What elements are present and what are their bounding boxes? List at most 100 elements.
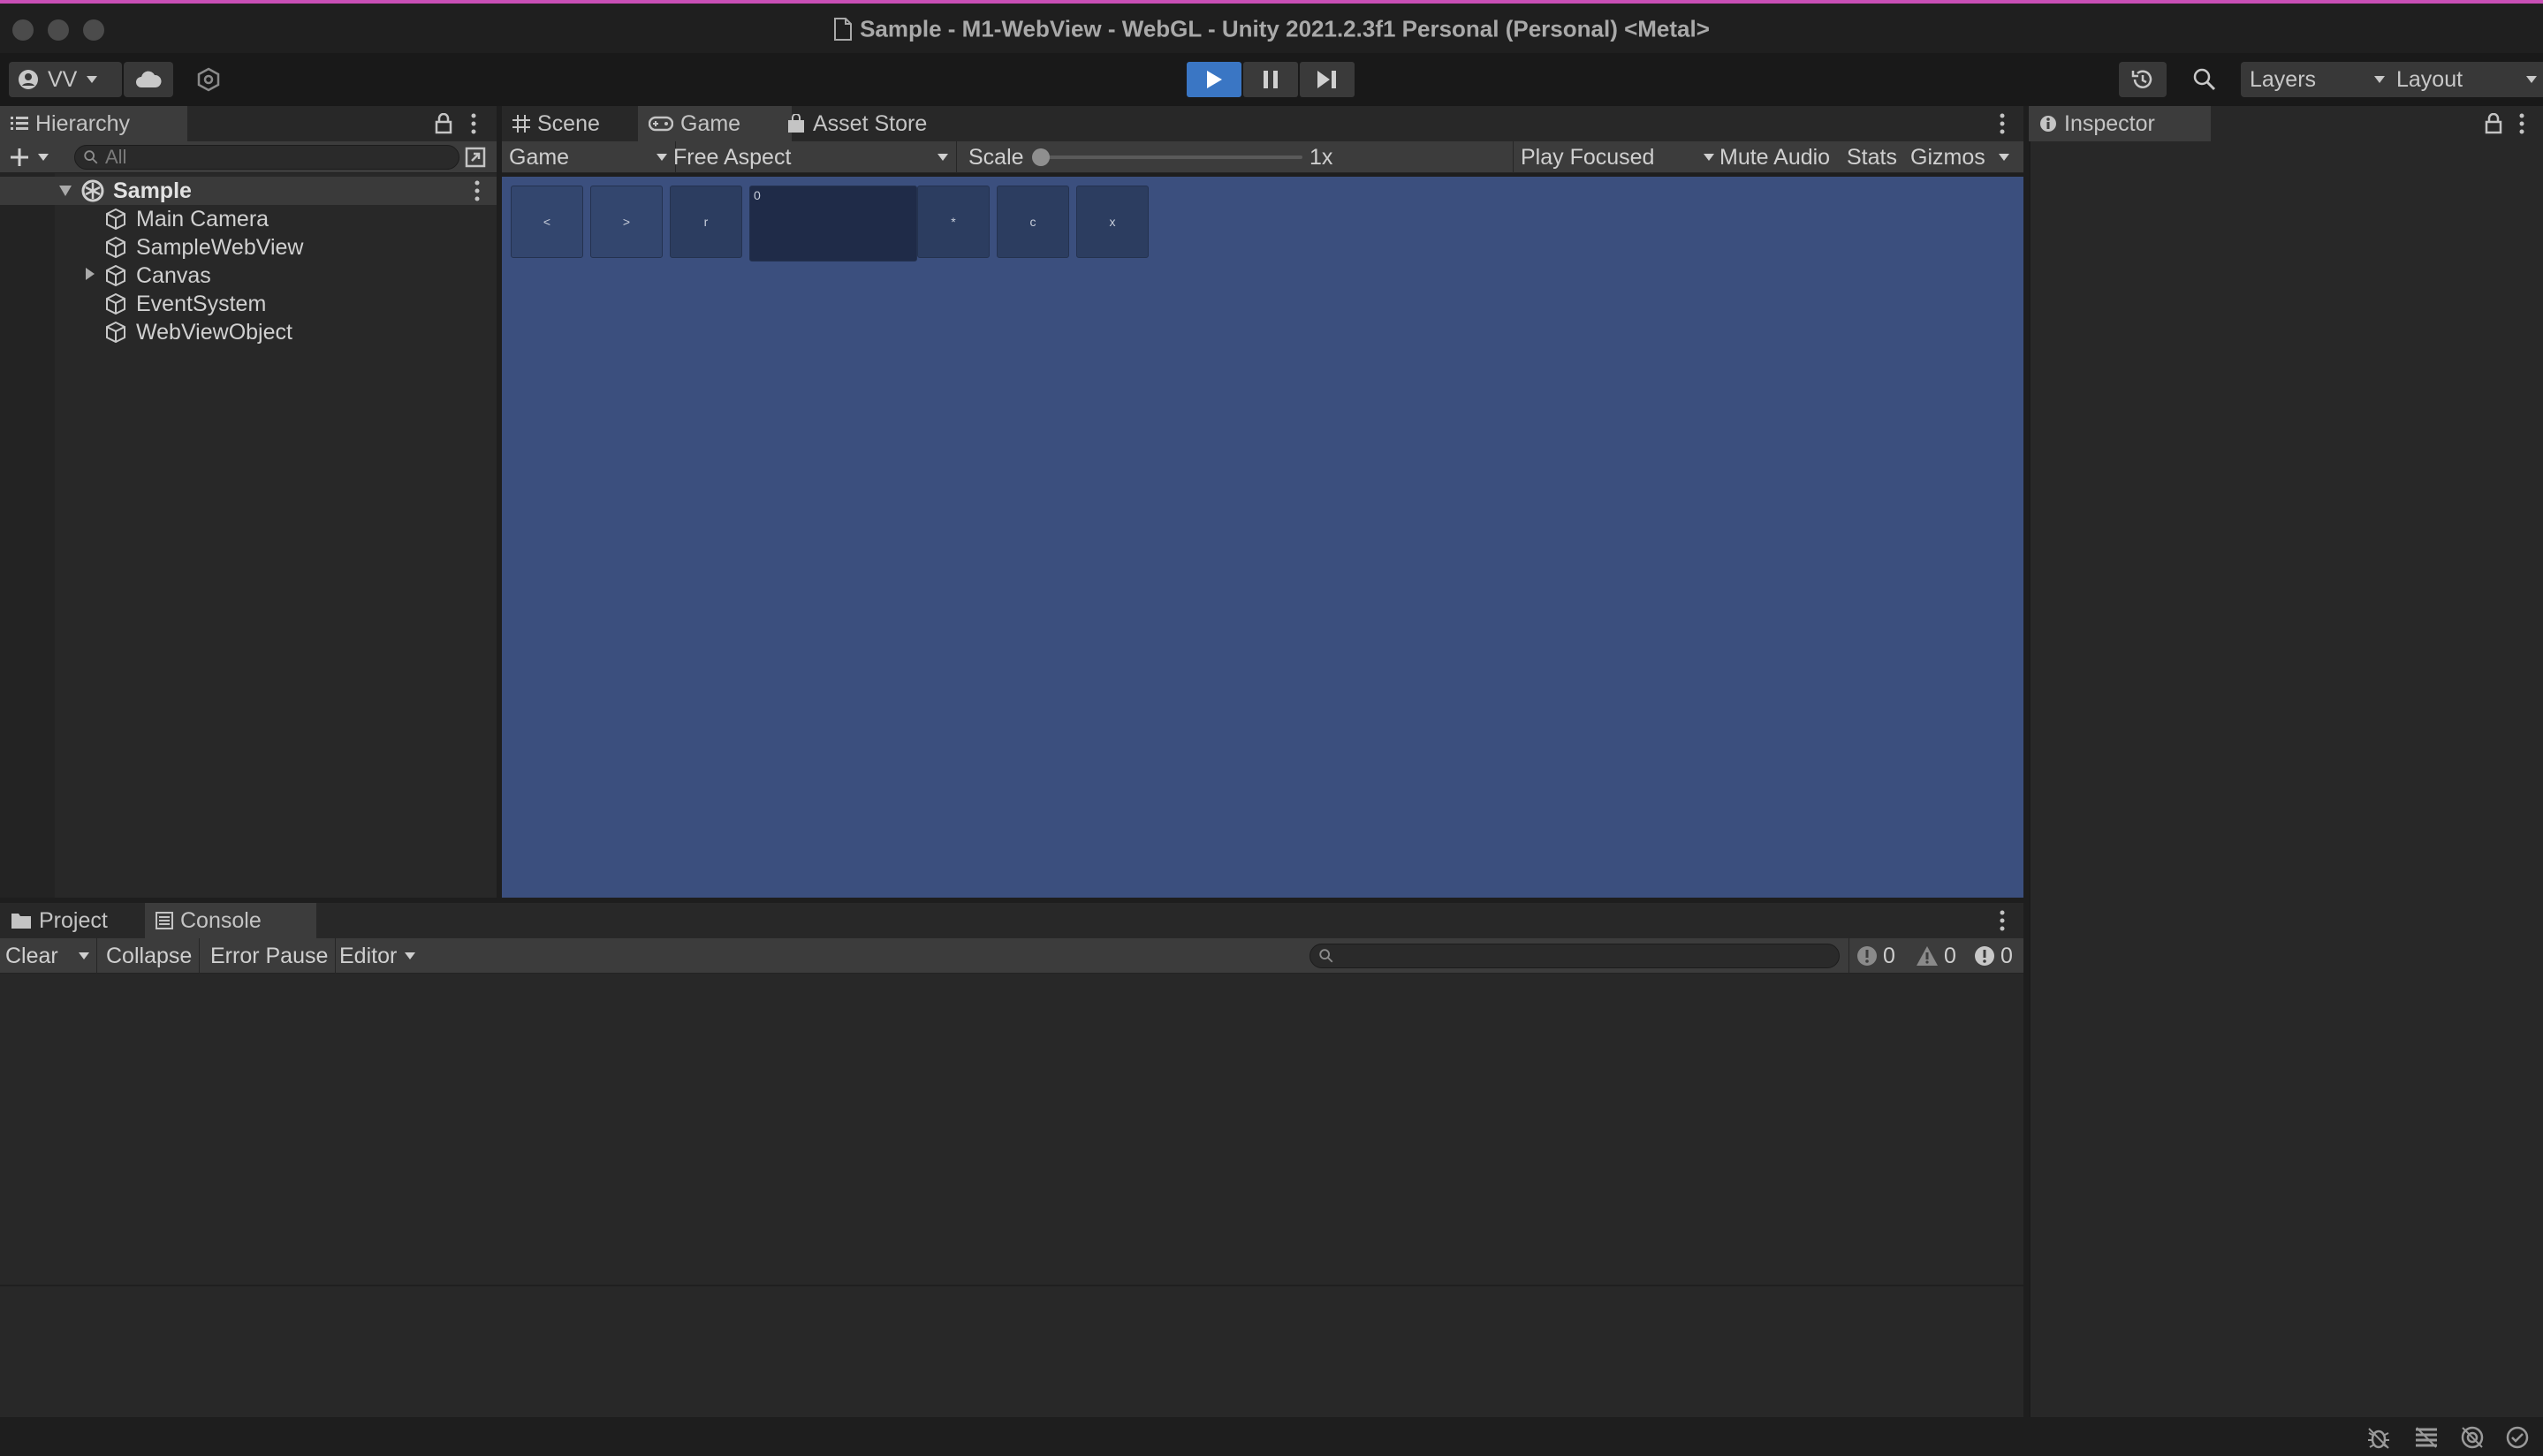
create-dropdown[interactable] — [9, 147, 49, 168]
caret-down-icon — [38, 154, 49, 161]
undo-history-button[interactable] — [2119, 62, 2167, 97]
hierarchy-item-samplewebview[interactable]: SampleWebView — [104, 233, 303, 262]
kebab-menu-icon[interactable] — [474, 180, 481, 201]
gizmos-dropdown[interactable]: Gizmos — [1903, 141, 2017, 173]
webview-forward-button[interactable]: > — [590, 186, 663, 258]
lock-icon[interactable] — [2485, 113, 2502, 134]
scale-slider-handle[interactable] — [1032, 148, 1050, 166]
caret-down-icon — [1998, 154, 2009, 161]
webview-url-input[interactable]: 0 — [749, 186, 917, 262]
bug-icon[interactable] — [2366, 1426, 2391, 1449]
console-log-area[interactable] — [0, 974, 2023, 1417]
hierarchy-item-label: SampleWebView — [136, 234, 304, 260]
display-dropdown[interactable]: Game — [502, 141, 676, 173]
caret-down-icon — [405, 952, 416, 959]
layers-dropdown[interactable]: Layers — [2241, 62, 2395, 97]
error-count-toggle[interactable]: 0 — [1967, 938, 2020, 974]
caret-down-icon — [2526, 76, 2537, 83]
webview-reload-button[interactable]: r — [670, 186, 742, 258]
hierarchy-item-label: Main Camera — [136, 206, 269, 231]
step-button[interactable] — [1300, 62, 1355, 97]
cloud-button[interactable] — [124, 62, 173, 97]
network-icon[interactable] — [2460, 1426, 2485, 1449]
editor-dropdown[interactable]: Editor — [332, 938, 423, 974]
search-placeholder: All — [105, 146, 127, 168]
tab-project[interactable]: Project — [0, 903, 163, 938]
caret-down-icon — [78, 952, 89, 959]
stats-toggle[interactable]: Stats — [1840, 141, 1904, 173]
kebab-menu-icon[interactable] — [470, 113, 477, 134]
tab-game[interactable]: Game — [638, 106, 792, 141]
info-message-icon — [1857, 946, 1877, 966]
tab-inspector[interactable]: Inspector — [2029, 106, 2211, 141]
info-count-toggle[interactable]: 0 — [1848, 938, 1902, 974]
hierarchy-header: Hierarchy — [0, 106, 497, 141]
search-icon — [84, 150, 98, 164]
webview-close-button[interactable]: x — [1076, 186, 1149, 258]
game-view[interactable]: < > r 0 * c x — [502, 177, 2023, 898]
mute-audio-toggle[interactable]: Mute Audio — [1712, 141, 1837, 173]
console-search-input[interactable] — [1309, 944, 1840, 968]
error-pause-toggle[interactable]: Error Pause — [203, 938, 337, 974]
account-dropdown[interactable]: VV — [9, 62, 122, 97]
lock-icon[interactable] — [435, 113, 452, 134]
inspector-header: Inspector — [2029, 106, 2543, 141]
play-button[interactable] — [1187, 62, 1241, 97]
hierarchy-search-input[interactable]: All — [74, 145, 459, 170]
info-count: 0 — [1883, 943, 1895, 968]
scene-row[interactable]: Sample — [0, 177, 497, 205]
scene-visibility-icon[interactable] — [465, 147, 486, 168]
tab-scene[interactable]: Scene — [502, 106, 656, 141]
caret-down-icon — [2374, 76, 2385, 83]
error-icon — [1975, 946, 1994, 966]
game-toolbar: Game Free Aspect Scale 1x Play Focused M… — [502, 141, 2023, 173]
kebab-menu-icon[interactable] — [2518, 113, 2525, 134]
scene-name: Sample — [113, 178, 192, 203]
clear-button[interactable]: Clear — [0, 938, 64, 974]
gameobject-cube-icon — [106, 236, 125, 259]
collab-button[interactable] — [186, 62, 232, 97]
webview-back-button[interactable]: < — [511, 186, 583, 258]
tab-console-label: Console — [180, 907, 262, 933]
gameobject-cube-icon — [106, 292, 125, 315]
hierarchy-item-canvas[interactable]: Canvas — [104, 262, 211, 290]
folder-icon — [11, 914, 31, 929]
display-label: Game — [509, 144, 570, 170]
info-icon — [2040, 116, 2056, 132]
console-detail-splitter[interactable] — [0, 1285, 2023, 1286]
tab-scene-label: Scene — [537, 110, 600, 136]
bag-icon — [788, 114, 804, 133]
cache-server-icon[interactable] — [2414, 1426, 2439, 1449]
gameobject-cube-icon — [106, 321, 125, 344]
tab-game-label: Game — [680, 110, 741, 136]
history-icon — [2131, 70, 2152, 88]
pause-button[interactable] — [1243, 62, 1298, 97]
expand-arrow-icon[interactable] — [85, 267, 95, 281]
search-button[interactable] — [2181, 62, 2228, 97]
play-mode-dropdown[interactable]: Play Focused — [1513, 141, 1722, 173]
tab-console[interactable]: Console — [145, 903, 316, 938]
expand-arrow-icon[interactable] — [58, 185, 72, 197]
plus-icon — [11, 148, 28, 166]
warning-count-toggle[interactable]: 0 — [1909, 938, 1963, 974]
hierarchy-item-webviewobject[interactable]: WebViewObject — [104, 318, 292, 346]
tab-hierarchy[interactable]: Hierarchy — [0, 106, 187, 141]
main-toolbar: VV Layers Layout — [0, 53, 2543, 106]
collapse-toggle[interactable]: Collapse — [99, 938, 201, 974]
play-mode-label: Play Focused — [1521, 144, 1655, 170]
hierarchy-item-eventsystem[interactable]: EventSystem — [104, 290, 266, 318]
clear-options-dropdown[interactable] — [71, 938, 97, 974]
webview-star-button[interactable]: * — [917, 186, 990, 258]
webview-c-button[interactable]: c — [997, 186, 1069, 258]
hierarchy-item-main-camera[interactable]: Main Camera — [104, 205, 269, 233]
aspect-dropdown[interactable]: Free Aspect — [666, 141, 957, 173]
search-icon — [1319, 949, 1333, 963]
kebab-menu-icon[interactable] — [1999, 910, 2006, 931]
kebab-menu-icon[interactable] — [1999, 113, 2006, 134]
layout-dropdown[interactable]: Layout — [2387, 62, 2543, 97]
warning-count: 0 — [1944, 943, 1956, 968]
scale-slider-track[interactable] — [1037, 155, 1302, 159]
account-icon — [19, 70, 38, 89]
tab-asset-store[interactable]: Asset Store — [776, 106, 974, 141]
check-circle-icon[interactable] — [2506, 1426, 2529, 1449]
